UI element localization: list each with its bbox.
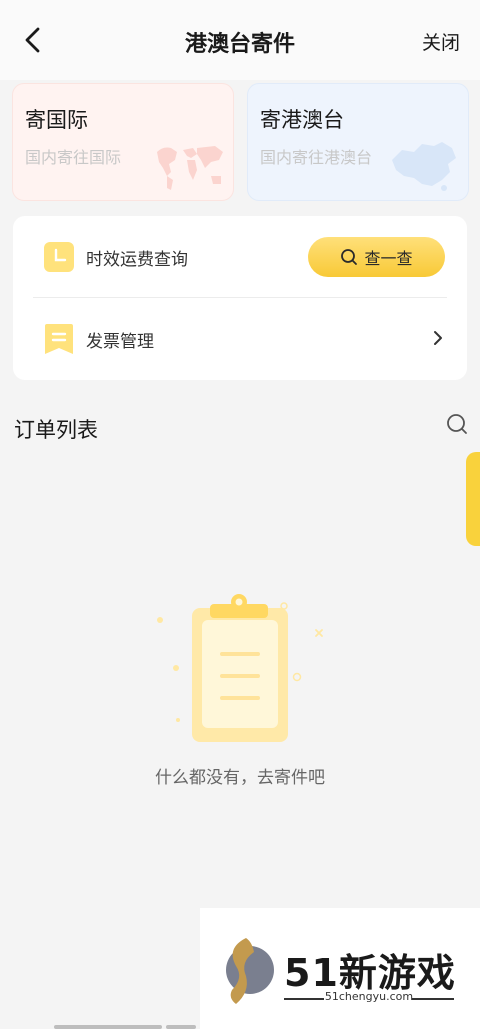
- china-map-icon: [392, 142, 456, 191]
- watermark-logo: [226, 938, 274, 1004]
- clock-icon: [44, 242, 74, 272]
- invoice-row[interactable]: 发票管理: [13, 298, 467, 378]
- search-icon: [341, 249, 358, 265]
- send-international-subtitle: 国内寄往国际: [25, 148, 122, 167]
- send-international-card[interactable]: 寄国际 国内寄往国际: [12, 83, 234, 201]
- page-title: 港澳台寄件: [184, 32, 295, 57]
- watermark-brand: 51新游戏: [284, 951, 456, 995]
- home-indicator: [166, 1025, 196, 1029]
- watermark-rule: [412, 998, 454, 1000]
- tools-card: 时效运费查询 查一查 发票管理: [13, 216, 467, 380]
- side-tab[interactable]: [466, 452, 480, 546]
- query-row[interactable]: 时效运费查询 查一查: [13, 216, 467, 296]
- invoice-label: 发票管理: [86, 332, 154, 352]
- search-icon[interactable]: [446, 413, 468, 435]
- query-label: 时效运费查询: [86, 250, 188, 270]
- send-hmt-subtitle: 国内寄往港澳台: [260, 148, 373, 167]
- home-indicator: [54, 1025, 162, 1029]
- send-hmt-title: 寄港澳台: [260, 108, 344, 132]
- top-bar: 港澳台寄件 关闭: [0, 0, 480, 80]
- check-button-label: 查一查: [364, 249, 413, 268]
- check-button[interactable]: 查一查: [308, 237, 445, 277]
- receipt-icon: [45, 324, 73, 354]
- clipboard-icon: [157, 594, 323, 742]
- world-map-icon: [157, 146, 223, 190]
- watermark: 51新游戏 51chengyu.com: [200, 908, 480, 1029]
- chevron-right-icon: [434, 331, 442, 345]
- order-list-title: 订单列表: [14, 418, 98, 442]
- watermark-domain: 51chengyu.com: [324, 990, 414, 1003]
- close-button[interactable]: 关闭: [422, 28, 460, 55]
- empty-state-text: 什么都没有，去寄件吧: [155, 768, 325, 788]
- send-international-title: 寄国际: [25, 108, 88, 132]
- send-hmt-card[interactable]: 寄港澳台 国内寄往港澳台: [247, 83, 469, 201]
